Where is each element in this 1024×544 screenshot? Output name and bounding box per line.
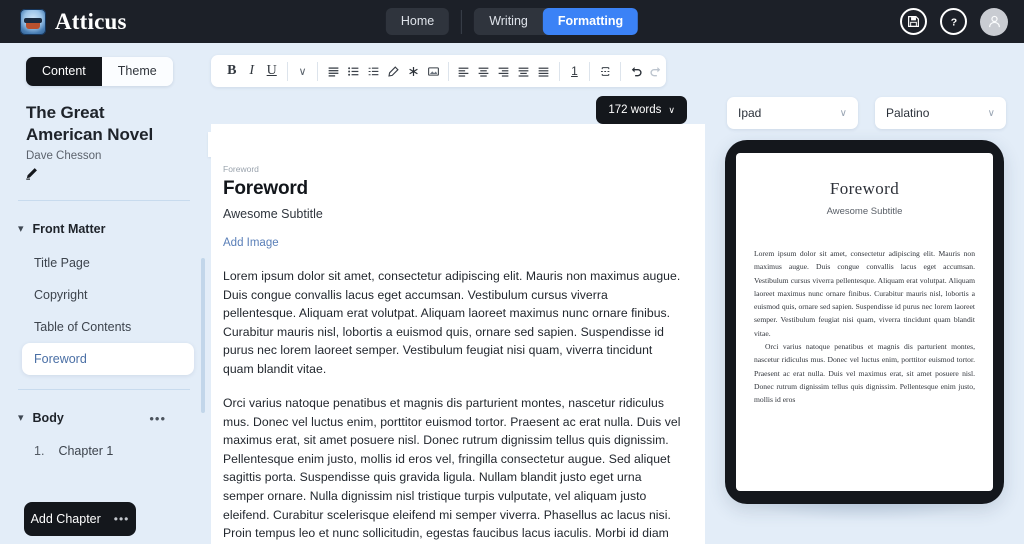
bulleted-list-button[interactable]: [343, 58, 363, 84]
document-kicker: Foreword: [223, 164, 259, 174]
bold-button[interactable]: B: [222, 58, 242, 84]
align-left-button[interactable]: [454, 58, 474, 84]
underline-button[interactable]: U: [262, 58, 282, 84]
italic-button[interactable]: I: [242, 58, 262, 84]
sidebar-group-label-front-matter: Front Matter: [32, 222, 106, 237]
sidebar-segmented-control: Content Theme: [26, 57, 173, 86]
svg-text:?: ?: [950, 16, 956, 28]
nav-tab-writing[interactable]: Writing: [474, 8, 543, 35]
chapter-number: 1.: [34, 444, 45, 459]
preview-controls: Ipad ∨ Palatino ∨: [727, 97, 1006, 129]
device-select[interactable]: Ipad ∨: [727, 97, 858, 129]
preview-paragraph-1: Lorem ipsum dolor sit amet, consectetur …: [754, 249, 975, 338]
chevron-down-icon: ▾: [18, 222, 24, 235]
paragraph-2-text-before-caret: Orci varius natoque penatibus et magnis …: [223, 396, 681, 541]
footnote-button[interactable]: [403, 58, 423, 84]
more-text-styles-chevron-icon[interactable]: ∨: [293, 58, 313, 84]
nav-tab-formatting[interactable]: Formatting: [542, 8, 639, 35]
sidebar-item-foreword[interactable]: Foreword: [22, 343, 194, 376]
top-bar-actions: ?: [900, 7, 1008, 36]
user-avatar-icon[interactable]: [980, 7, 1008, 36]
edit-book-pencil-icon[interactable]: [24, 166, 39, 186]
book-sidebar: Content Theme The Great American Novel D…: [0, 43, 208, 544]
insert-image-button[interactable]: [423, 58, 443, 84]
document-editor-page[interactable]: Foreword Foreword Awesome Subtitle Add I…: [211, 124, 705, 544]
preview-page-subtitle: Awesome Subtitle: [826, 206, 903, 217]
nav-mode-group: Writing Formatting: [474, 8, 639, 35]
page-break-button[interactable]: [595, 58, 615, 84]
word-count-badge[interactable]: 172 words ∨: [596, 96, 687, 124]
sidebar-scrollbar[interactable]: [201, 258, 205, 413]
drop-cap-button[interactable]: 1: [564, 58, 584, 84]
book-author: Dave Chesson: [26, 150, 102, 163]
editor-paragraph-1[interactable]: Lorem ipsum dolor sit amet, consectetur …: [223, 267, 683, 378]
preview-panel: Ipad ∨ Palatino ∨ Foreword Awesome Subti…: [705, 43, 1024, 544]
sidebar-group-label-body: Body: [32, 411, 64, 426]
sidebar-tab-content[interactable]: Content: [26, 57, 102, 86]
font-select-value: Palatino: [886, 106, 930, 120]
chevron-down-icon: ∨: [839, 107, 847, 119]
device-select-value: Ipad: [738, 106, 762, 120]
sidebar-item-copyright[interactable]: Copyright: [22, 279, 194, 311]
question-mark-help-icon[interactable]: ?: [940, 8, 967, 35]
book-title: The Great American Novel: [26, 102, 154, 144]
numbered-list-button[interactable]: [363, 58, 383, 84]
sidebar-item-chapter-1[interactable]: 1. Chapter 1: [22, 436, 194, 466]
device-preview-frame: Foreword Awesome Subtitle Lorem ipsum do…: [725, 140, 1004, 504]
add-chapter-ellipsis-icon[interactable]: •••: [114, 512, 130, 526]
brand-name: Atticus: [55, 8, 127, 34]
sidebar-group-front-matter[interactable]: ▾ Front Matter: [0, 217, 208, 241]
font-select[interactable]: Palatino ∨: [875, 97, 1006, 129]
preview-paragraph-2: Orci varius natoque penatibus et magnis …: [754, 341, 975, 405]
chevron-down-icon: ∨: [668, 104, 675, 115]
sidebar-divider-2: [18, 389, 190, 391]
add-chapter-label: Add Chapter: [30, 512, 101, 526]
document-title[interactable]: Foreword: [223, 178, 683, 200]
sidebar-item-title-page[interactable]: Title Page: [22, 247, 194, 279]
brand-logo[interactable]: Atticus: [0, 8, 127, 35]
body-ellipsis-icon[interactable]: •••: [149, 411, 166, 426]
redo-button[interactable]: [646, 58, 666, 84]
sidebar-divider: [18, 200, 190, 202]
chevron-down-icon: ∨: [987, 107, 995, 119]
paragraph-style-icon[interactable]: [323, 58, 343, 84]
device-screen[interactable]: Foreword Awesome Subtitle Lorem ipsum do…: [736, 153, 993, 491]
sidebar-tab-theme[interactable]: Theme: [101, 57, 173, 86]
chevron-down-icon: ▾: [18, 411, 24, 424]
nav-divider: [461, 9, 463, 34]
align-center-button[interactable]: [474, 58, 494, 84]
atticus-app-window: Atticus Home Writing Formatting ? Conten…: [0, 0, 1024, 544]
insert-link-button[interactable]: [383, 58, 403, 84]
formatting-toolbar: B I U ∨ 1: [211, 55, 666, 87]
sidebar-item-table-of-contents[interactable]: Table of Contents: [22, 311, 194, 343]
add-chapter-button[interactable]: Add Chapter •••: [24, 502, 136, 536]
align-right-button[interactable]: [494, 58, 514, 84]
word-count-label: 172 words: [608, 104, 662, 116]
top-navigation-bar: Atticus Home Writing Formatting ?: [0, 0, 1024, 43]
sidebar-group-body[interactable]: ▾ Body •••: [0, 406, 208, 430]
undo-button[interactable]: [626, 58, 646, 84]
dog-mascot-logo-icon: [20, 8, 46, 35]
document-subtitle[interactable]: Awesome Subtitle: [223, 207, 683, 221]
add-image-link[interactable]: Add Image: [223, 237, 279, 249]
editor-panel: B I U ∨ 1 Foreword Foreword Awesome Subt…: [208, 43, 705, 544]
editor-paragraph-2[interactable]: Orci varius natoque penatibus et magnis …: [223, 394, 683, 544]
main-nav-tabs: Home Writing Formatting: [385, 8, 639, 35]
nav-tab-home[interactable]: Home: [385, 8, 450, 35]
align-justify-button[interactable]: [514, 58, 534, 84]
preview-page-body: Lorem ipsum dolor sit amet, consectetur …: [754, 247, 975, 406]
save-disk-icon[interactable]: [900, 8, 927, 35]
preview-page-title: Foreword: [829, 179, 900, 198]
indent-button[interactable]: [534, 58, 554, 84]
chapter-label: Chapter 1: [58, 444, 114, 459]
